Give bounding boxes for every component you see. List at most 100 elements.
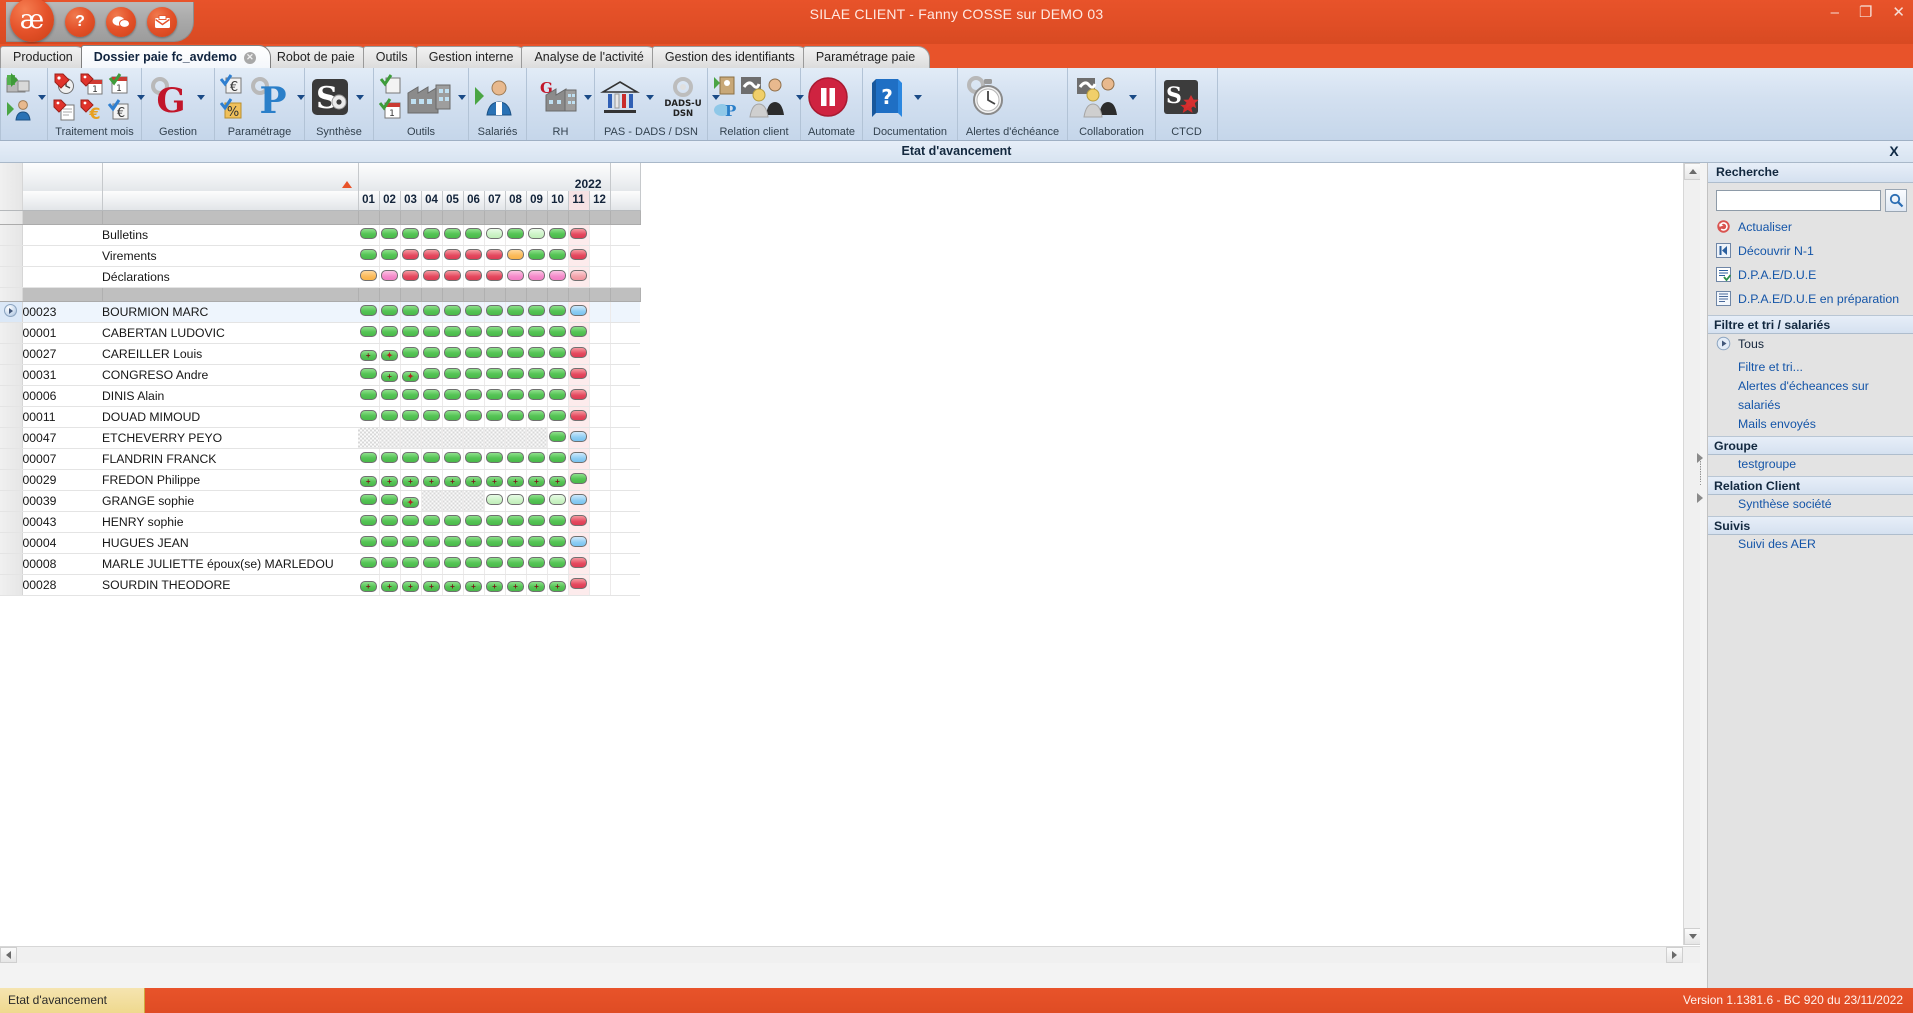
status-cell[interactable] [547,490,568,511]
status-cell[interactable] [568,406,589,427]
table-row[interactable]: 00039GRANGE sophie✦ [0,490,640,511]
panel-action-d-p-a-e-d-u-e[interactable]: D.P.A.E/D.U.E [1708,265,1913,289]
panel-item-suivi-des-aer[interactable]: Suivi des AER [1708,535,1913,554]
parametrage-p-icon[interactable]: P [247,75,291,119]
status-cell[interactable] [547,553,568,574]
status-cell[interactable] [589,343,610,364]
status-cell[interactable] [379,532,400,553]
search-icon[interactable] [1885,189,1907,212]
tab-analyse-de-l-activit[interactable]: Analyse de l'activité [521,46,658,68]
status-cell[interactable] [526,490,547,511]
employee-person-icon[interactable] [474,75,518,119]
status-cell[interactable] [589,490,610,511]
status-cell[interactable] [379,301,400,322]
status-cell[interactable] [484,266,505,287]
status-cell[interactable] [442,532,463,553]
status-cell[interactable] [526,364,547,385]
status-cell[interactable] [547,301,568,322]
status-cell[interactable] [358,490,379,511]
row-selector[interactable] [0,224,22,245]
status-cell[interactable]: + [379,469,400,490]
status-cell[interactable]: + [400,574,421,595]
status-cell[interactable] [568,553,589,574]
table-row[interactable]: 00028SOURDIN THEODORE++++++++++ [0,574,640,595]
status-cell[interactable] [505,322,526,343]
tab-dossier-paie-fc-avdemo[interactable]: Dossier paie fc_avdemo✕ [81,45,271,68]
row-selector[interactable] [0,343,22,364]
status-cell[interactable] [547,343,568,364]
summary-row[interactable]: Bulletins [0,224,640,245]
status-cell[interactable] [568,385,589,406]
status-cell[interactable] [547,406,568,427]
status-cell[interactable] [568,532,589,553]
grid-header-month-12[interactable]: 12 [589,191,610,210]
status-cell[interactable] [547,364,568,385]
status-cell[interactable] [484,224,505,245]
table-row[interactable]: 00031CONGRESO Andre+✦ [0,364,640,385]
status-cell[interactable] [526,343,547,364]
status-cell[interactable]: + [484,574,505,595]
minimize-button[interactable]: – [1831,0,1839,26]
gestion-g-icon[interactable]: G [147,75,191,119]
synthese-s-icon[interactable]: S [310,77,350,117]
row-selector[interactable] [0,490,22,511]
status-cell[interactable] [505,301,526,322]
panel-item-tous[interactable]: Tous [1708,334,1913,358]
status-cell-empty[interactable] [379,427,400,448]
table-row[interactable]: 00011DOUAD MIMOUD [0,406,640,427]
panel-item-testgroupe[interactable]: testgroupe [1708,455,1913,474]
close-document-button[interactable]: X [1881,142,1907,161]
status-cell[interactable] [379,245,400,266]
status-cell[interactable]: + [421,469,442,490]
status-cell[interactable] [442,511,463,532]
row-selector[interactable] [0,532,22,553]
status-cell[interactable] [568,448,589,469]
status-cell[interactable] [589,406,610,427]
status-cell[interactable]: + [505,469,526,490]
open-folder-in-icon[interactable] [6,72,32,96]
status-cell[interactable] [421,448,442,469]
synthese-dropdown-caret[interactable] [356,95,364,100]
status-cell[interactable] [400,448,421,469]
status-cell[interactable] [589,469,610,490]
status-cell[interactable] [400,532,421,553]
rh-dropdown-caret[interactable] [584,95,592,100]
status-cell[interactable]: + [463,469,484,490]
status-cell[interactable] [589,266,610,287]
status-cell[interactable] [400,406,421,427]
status-cell[interactable] [484,343,505,364]
help-icon[interactable]: ? [65,7,95,37]
status-cell[interactable] [484,385,505,406]
row-selector[interactable] [0,301,22,322]
tools-check-top-icon[interactable] [379,74,403,96]
status-cell[interactable] [505,406,526,427]
table-row[interactable]: 00023BOURMION MARC [0,301,640,322]
status-cell[interactable] [442,322,463,343]
status-cell[interactable] [379,553,400,574]
status-cell[interactable] [358,364,379,385]
gestion-dropdown-caret[interactable] [197,95,205,100]
scroll-down-button[interactable] [1684,928,1700,945]
grid-header-month-06[interactable]: 06 [463,191,484,210]
status-cell[interactable] [400,224,421,245]
status-cell[interactable] [463,245,484,266]
panel-item-filtre-et-tri[interactable]: Filtre et tri... [1708,358,1913,377]
stopwatch-gear-icon[interactable] [963,76,1009,118]
factory-building-icon[interactable] [406,77,452,117]
status-cell[interactable] [589,385,610,406]
status-cell[interactable] [421,266,442,287]
status-cell[interactable] [505,553,526,574]
status-cell[interactable] [547,385,568,406]
status-cell-empty[interactable] [463,490,484,511]
status-cell[interactable] [547,224,568,245]
status-cell-empty[interactable] [400,427,421,448]
status-cell[interactable] [442,301,463,322]
status-cell[interactable]: + [379,364,400,385]
grid-header-month-05[interactable]: 05 [442,191,463,210]
status-cell[interactable] [505,385,526,406]
documentation-dropdown-caret[interactable] [914,95,922,100]
status-cell[interactable] [589,245,610,266]
status-cell[interactable] [568,343,589,364]
row-selector[interactable] [0,511,22,532]
open-employee-in-icon[interactable] [6,98,32,122]
